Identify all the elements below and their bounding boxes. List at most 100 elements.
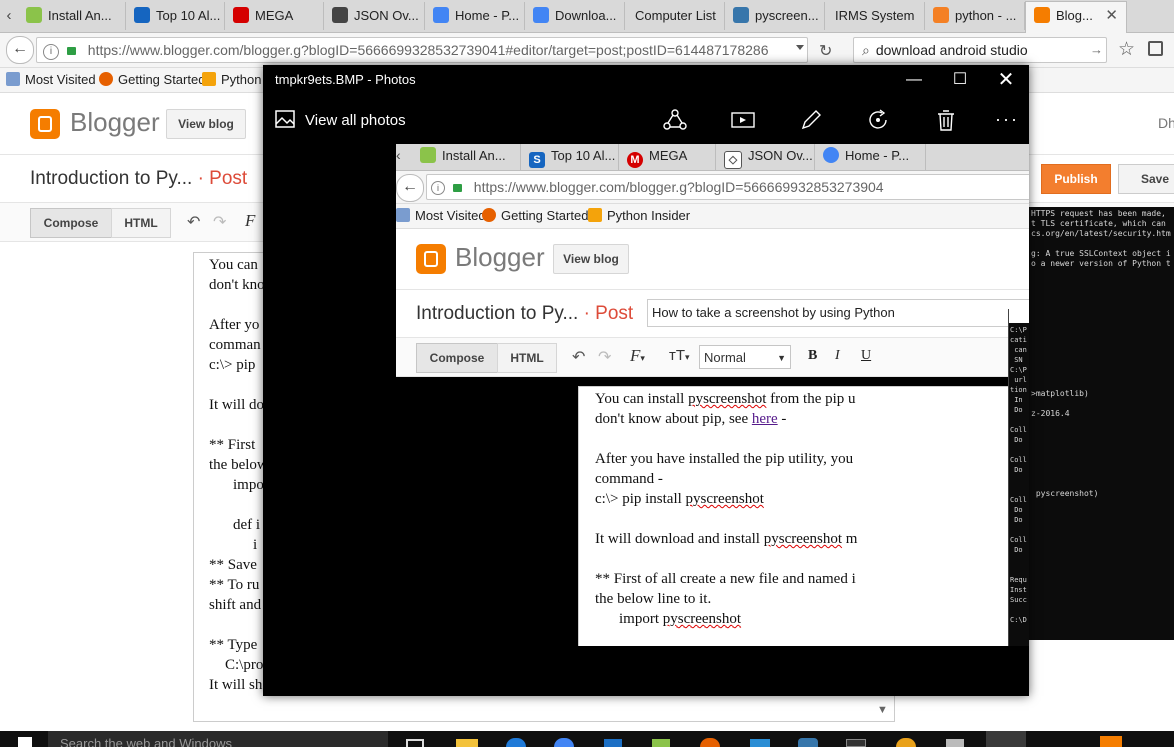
- photo-tab-label: Top 10 Al...: [551, 148, 616, 163]
- console-window[interactable]: HTTPS request has been made, t TLS certif…: [1029, 207, 1174, 640]
- browser-tab[interactable]: Top 10 Al...: [126, 2, 225, 30]
- font-icon[interactable]: F: [245, 211, 255, 231]
- tab-close-icon[interactable]: ✕: [1105, 2, 1118, 30]
- edge-icon[interactable]: [506, 738, 526, 747]
- editor-line: c:\> pip: [209, 357, 256, 373]
- blogger-logo-icon[interactable]: [30, 109, 60, 139]
- browser-tab[interactable]: Install An...: [18, 2, 126, 30]
- photo-info-icon: i: [431, 181, 445, 195]
- editor-line: comman: [209, 337, 261, 353]
- editor-line: It will sh: [209, 677, 263, 693]
- start-button[interactable]: [18, 737, 32, 747]
- editor-line: ** Save: [209, 557, 257, 573]
- store-icon[interactable]: [604, 739, 622, 747]
- search-input[interactable]: ⌕ download android studio: [853, 37, 1107, 63]
- photos-app-icon[interactable]: [652, 739, 670, 747]
- app4-taskbar-icon[interactable]: [1100, 736, 1122, 747]
- user-name[interactable]: Dh: [1158, 115, 1174, 131]
- publish-button[interactable]: Publish: [1041, 164, 1111, 194]
- share-icon[interactable]: [661, 107, 689, 133]
- minimize-button[interactable]: —: [891, 65, 937, 95]
- chrome-taskbar-icon[interactable]: [554, 738, 574, 747]
- android-icon: [26, 7, 42, 23]
- photo-bookmark-label: Most Visited: [415, 208, 486, 223]
- photo-editor-line: don't know about pip, see here -: [595, 411, 787, 427]
- compose-tab[interactable]: Compose: [30, 208, 112, 238]
- photo-console-line: Do: [1010, 406, 1023, 414]
- browser-tab[interactable]: Downloa...: [525, 2, 625, 30]
- gear-icon: [396, 208, 410, 222]
- browser-tab[interactable]: Blog... ✕: [1025, 1, 1127, 33]
- browser-tab-label: python - ...: [955, 8, 1017, 23]
- editor-line: def i: [233, 517, 261, 533]
- bookmark-getting-started[interactable]: Getting Started: [99, 68, 205, 92]
- app3-taskbar-icon[interactable]: [946, 739, 964, 747]
- photo-tab-label: Home - P...: [845, 148, 910, 163]
- photos-active-taskbar-icon[interactable]: [986, 731, 1026, 747]
- dropdown-arrow-icon[interactable]: [796, 45, 804, 50]
- html-tab[interactable]: HTML: [111, 208, 171, 238]
- bookmark-python[interactable]: Python: [202, 68, 261, 92]
- redo-icon[interactable]: ↷: [213, 212, 226, 232]
- reload-icon[interactable]: ↻: [819, 41, 832, 61]
- photo-editor-area: You can install pyscreenshot from the pi…: [578, 386, 1029, 646]
- view-blog-button[interactable]: View blog: [166, 109, 246, 139]
- taskbar-search-box[interactable]: Search the web and Windows: [48, 731, 388, 747]
- close-button[interactable]: ✕: [983, 65, 1029, 95]
- editor-line: You can: [209, 257, 258, 273]
- firefox-taskbar-icon[interactable]: [700, 738, 720, 747]
- photo-console-line: Succ: [1010, 596, 1027, 604]
- save-button[interactable]: Save: [1118, 164, 1174, 194]
- url-text: https://www.blogger.com/blogger.g?blogID…: [87, 42, 769, 58]
- photo-tab: Install An...: [412, 144, 521, 170]
- search-input-value: download android studio: [875, 42, 1028, 58]
- edit-pencil-icon[interactable]: [797, 107, 825, 133]
- file-explorer-icon[interactable]: [456, 739, 478, 747]
- photo-console-line: [1010, 445, 1027, 455]
- rotate-icon[interactable]: [865, 107, 893, 133]
- browser-tab[interactable]: MEGA: [225, 2, 324, 30]
- browser-tab[interactable]: IRMS System: [825, 2, 925, 30]
- photo-editor-line: c:\> pip install pyscreenshot: [595, 491, 764, 507]
- browser-tab[interactable]: Home - P...: [425, 2, 525, 30]
- more-options-icon[interactable]: ···: [995, 109, 1019, 130]
- app-taskbar-icon[interactable]: [750, 739, 770, 747]
- browser-tab[interactable]: python - ...: [925, 2, 1025, 30]
- browser-tab[interactable]: Computer List: [625, 2, 725, 30]
- console-line: t TLS certificate, which can: [1031, 219, 1166, 228]
- task-view-icon[interactable]: [406, 739, 424, 747]
- info-icon[interactable]: i: [43, 44, 59, 60]
- undo-icon[interactable]: ↶: [187, 212, 200, 232]
- editor-scroll-down-icon[interactable]: ▼: [877, 704, 888, 716]
- here-link: here: [751, 411, 778, 427]
- bookmark-star-icon[interactable]: ☆: [1118, 38, 1135, 61]
- photo-post-title-bar: Introduction to Py... · Post How to take…: [396, 290, 1029, 338]
- back-button[interactable]: ←: [6, 36, 34, 64]
- bookmark-most-visited[interactable]: Most Visited: [6, 68, 96, 92]
- browser-tab[interactable]: JSON Ov...: [324, 2, 425, 30]
- python-taskbar-icon[interactable]: [798, 738, 818, 747]
- photo-redo-icon: ↷: [598, 349, 612, 366]
- displayed-photo[interactable]: ‹ Install An... S Top 10 Al... M MEGA ◇ JSO…: [396, 144, 1029, 646]
- app2-taskbar-icon[interactable]: [896, 738, 916, 747]
- url-bar[interactable]: i https://www.blogger.com/blogger.g?blog…: [36, 37, 808, 63]
- search-go-icon[interactable]: →: [1090, 42, 1103, 57]
- photo-console-line: can: [1010, 346, 1027, 354]
- editor-line: don't kno: [209, 277, 265, 293]
- tab-scroll-left-icon[interactable]: ‹: [0, 0, 18, 32]
- firefox-icon: [99, 72, 113, 86]
- cmd-taskbar-icon[interactable]: [846, 739, 866, 747]
- browser-tab[interactable]: pyscreen...: [725, 2, 825, 30]
- maximize-button[interactable]: ☐: [937, 65, 983, 95]
- delete-icon[interactable]: [932, 107, 960, 133]
- reading-list-icon[interactable]: [1148, 41, 1163, 56]
- slideshow-icon[interactable]: [729, 107, 757, 133]
- view-all-photos-button[interactable]: View all photos: [275, 109, 406, 133]
- photo-bookmark: Getting Started: [482, 204, 588, 228]
